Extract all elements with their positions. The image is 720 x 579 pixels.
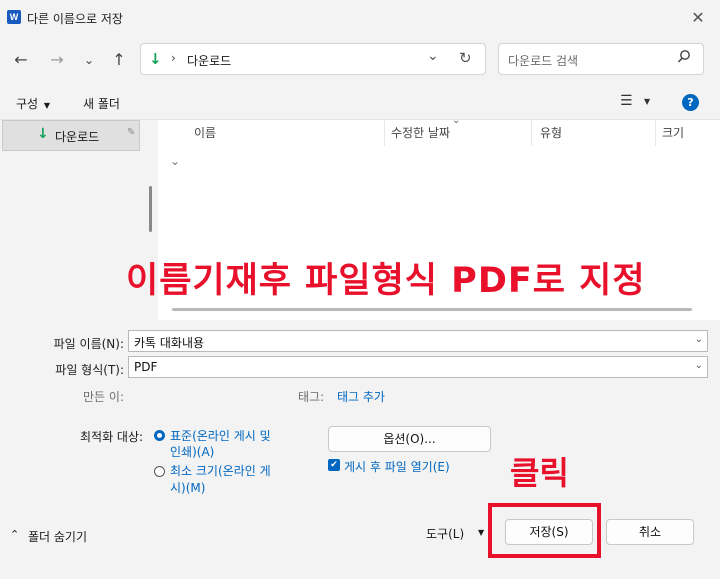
filename-label: 파일 이름(N): xyxy=(53,337,124,351)
pin-icon[interactable]: ✎ xyxy=(127,127,135,138)
tools-chevron-icon[interactable]: ▼ xyxy=(478,528,484,537)
filetype-label: 파일 형식(T): xyxy=(55,363,124,377)
new-folder-button[interactable]: 새 폴더 xyxy=(83,95,120,112)
window-title: 다른 이름으로 저장 xyxy=(27,12,123,26)
column-divider[interactable] xyxy=(531,120,532,146)
address-dropdown-chevron-icon[interactable]: ⌄ xyxy=(427,48,439,64)
optimize-standard-label-2[interactable]: 인쇄)(A) xyxy=(170,443,214,460)
optimize-minimum-label[interactable]: 최소 크기(온라인 게 xyxy=(170,462,271,479)
filetype-value[interactable]: PDF xyxy=(134,360,157,374)
breadcrumb-separator-icon: › xyxy=(171,51,176,65)
annotation-instruction: 이름기재후 파일형식 PDF로 지정 xyxy=(126,261,646,301)
download-icon: ↓ xyxy=(37,126,49,142)
group-collapse-chevron-icon[interactable]: ⌄ xyxy=(170,154,180,168)
help-icon[interactable]: ? xyxy=(682,94,699,111)
organize-label: 구성 xyxy=(16,97,39,111)
sidebar-item-label: 다운로드 xyxy=(55,130,100,144)
annotation-click: 클릭 xyxy=(510,454,569,492)
close-icon[interactable]: ✕ xyxy=(688,8,708,28)
column-header-size[interactable]: 크기 xyxy=(662,124,684,141)
sort-chevron-icon: ⌄ xyxy=(452,115,461,126)
search-icon[interactable] xyxy=(677,49,691,68)
optimize-standard-radio[interactable] xyxy=(154,430,165,441)
organize-menu[interactable]: 구성 ▼ xyxy=(16,95,50,112)
up-arrow-icon[interactable]: ↑ xyxy=(108,49,130,71)
word-app-icon: W xyxy=(7,10,21,24)
column-header-type[interactable]: 유형 xyxy=(540,124,562,141)
column-divider[interactable] xyxy=(384,120,385,146)
filetype-select[interactable]: PDF ⌄ xyxy=(128,356,708,378)
recent-locations-chevron-icon[interactable]: ⌄ xyxy=(78,49,100,71)
horizontal-scrollbar-thumb[interactable] xyxy=(172,308,692,311)
open-after-publish-checkbox[interactable]: ✔ xyxy=(328,459,340,471)
address-bar[interactable]: ↓ › 다운로드 ⌄ ↻ xyxy=(140,43,486,75)
optimize-minimum-label-2[interactable]: 시)(M) xyxy=(170,479,205,496)
view-options-icon[interactable]: ☰ xyxy=(620,93,633,109)
chevron-up-icon[interactable]: ⌃ xyxy=(10,528,19,541)
cancel-button[interactable]: 취소 xyxy=(606,519,694,545)
tools-menu[interactable]: 도구(L) xyxy=(426,525,464,542)
sidebar-item-downloads[interactable]: ↓ 다운로드 ✎ xyxy=(2,120,140,151)
forward-arrow-icon[interactable]: → xyxy=(46,49,68,71)
filename-chevron-icon[interactable]: ⌄ xyxy=(695,334,703,345)
add-tag-link[interactable]: 태그 추가 xyxy=(337,388,385,405)
search-placeholder[interactable]: 다운로드 검색 xyxy=(508,52,578,69)
options-button[interactable]: 옵션(O)... xyxy=(328,426,491,452)
hide-folders-button[interactable]: 폴더 숨기기 xyxy=(28,528,87,545)
author-label: 만든 이: xyxy=(83,390,124,404)
filetype-chevron-icon[interactable]: ⌄ xyxy=(695,360,703,371)
organize-chevron-icon: ▼ xyxy=(43,101,51,110)
open-after-publish-label[interactable]: 게시 후 파일 열기(E) xyxy=(344,458,450,475)
column-header-modified[interactable]: 수정한 날짜 xyxy=(391,124,450,141)
optimize-label: 최적화 대상: xyxy=(80,430,144,444)
filename-field[interactable]: 카톡 대화내용 ⌄ xyxy=(128,330,708,352)
download-icon: ↓ xyxy=(149,50,162,68)
sidebar-scrollbar-thumb[interactable] xyxy=(149,186,152,232)
back-arrow-icon[interactable]: ← xyxy=(10,49,32,71)
search-box[interactable]: 다운로드 검색 xyxy=(498,43,704,75)
refresh-icon[interactable]: ↻ xyxy=(459,49,472,67)
column-divider[interactable] xyxy=(655,120,656,146)
annotation-highlight-box xyxy=(488,503,601,558)
filename-value[interactable]: 카톡 대화내용 xyxy=(134,334,204,351)
optimize-standard-label[interactable]: 표준(온라인 게시 및 xyxy=(170,427,271,444)
view-chevron-icon[interactable]: ▼ xyxy=(644,97,650,106)
optimize-minimum-radio[interactable] xyxy=(154,466,165,477)
address-location[interactable]: 다운로드 xyxy=(187,52,231,69)
tags-label: 태그: xyxy=(298,390,325,404)
column-header-name[interactable]: 이름 xyxy=(194,124,216,141)
